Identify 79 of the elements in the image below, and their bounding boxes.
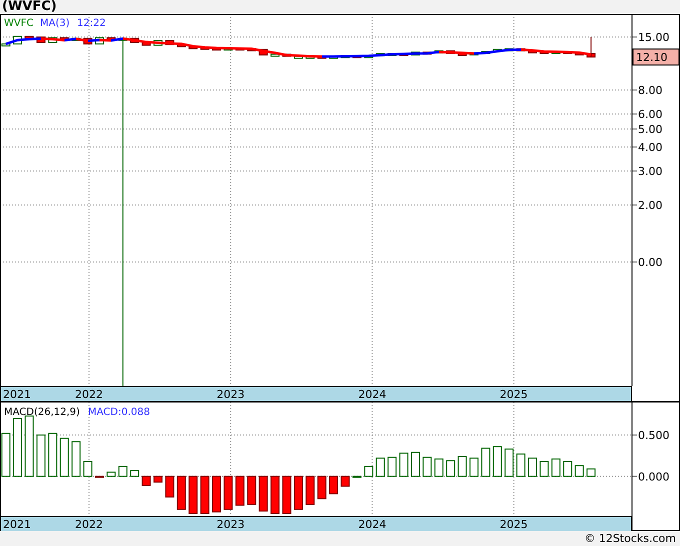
macd-bar [48, 432, 58, 477]
macd-bar [410, 452, 420, 477]
price-scale-label: 3.00 [638, 165, 662, 178]
chart-title: (WVFC) [1, 0, 57, 14]
year-label: 2022 [75, 518, 103, 531]
macd-bar [352, 476, 362, 478]
price-scale-label: 2.00 [638, 199, 662, 212]
macd-bar [165, 476, 174, 498]
year-label: 2023 [216, 518, 245, 531]
price-scale-label: 6.00 [638, 108, 662, 121]
macd-bar [481, 448, 490, 477]
macd-bar [329, 476, 338, 494]
macd-bar [551, 458, 560, 477]
price-scale-label: 4.00 [638, 141, 662, 154]
macd-bar [446, 460, 456, 477]
macd-bar [458, 456, 467, 477]
macd-bar [574, 465, 584, 477]
last-price-label: 12.10 [632, 48, 680, 66]
macd-bar [188, 476, 198, 514]
symbol-label: WVFC [4, 18, 34, 29]
macd-bar [317, 476, 326, 500]
indicator-label: MA(3) [40, 18, 70, 29]
macd-bar [13, 418, 22, 477]
macd-bar [528, 458, 538, 477]
macd-bar [516, 454, 526, 477]
price-scale-label: 15.00 [638, 31, 670, 44]
macd-bar [492, 446, 502, 477]
date-label: 2025 [500, 388, 528, 401]
date-label: 2021 [3, 388, 31, 401]
macd-bar [563, 460, 572, 477]
macd-bar [504, 448, 514, 477]
macd-bar [60, 438, 69, 477]
year-label: 2024 [358, 518, 386, 531]
price-scale-label: 0.00 [638, 256, 662, 269]
year-label: 2025 [500, 518, 528, 531]
macd-bar [586, 468, 596, 477]
indicator-value: 12:22 [77, 18, 106, 29]
date-label: 2022 [75, 388, 103, 401]
price-wick [590, 36, 592, 58]
year-label: 2021 [3, 518, 31, 531]
axis-label: 0.500 [638, 429, 670, 442]
macd-bar [94, 476, 104, 478]
price-scale-label: 8.00 [638, 84, 662, 97]
macd-bar [282, 476, 292, 514]
macd-bar [224, 476, 233, 510]
macd-bar [422, 456, 432, 477]
macd-bar [235, 476, 244, 506]
macd-bar [24, 416, 34, 477]
macd-bar [270, 476, 280, 514]
macd-bar [470, 458, 478, 477]
macd-bar [200, 476, 210, 514]
macd-bar [294, 476, 303, 510]
macd-bar [118, 466, 128, 477]
indicator-label: MACD(26,12,9) [4, 407, 80, 418]
macd-bar [36, 434, 46, 477]
macd-bar [540, 460, 549, 477]
axis-label: 0.000 [638, 470, 670, 484]
macd-bar [340, 476, 350, 487]
macd-bar [83, 460, 92, 477]
macd-bar [130, 470, 140, 477]
macd-bar [247, 476, 256, 505]
macd-bar [176, 476, 186, 510]
macd-bar [72, 441, 81, 477]
macd-bar [388, 456, 397, 477]
macd-bar [376, 458, 385, 477]
macd-bar [364, 466, 374, 477]
macd-bar [399, 452, 408, 477]
date-label: 2023 [216, 388, 245, 401]
indicator-value: MACD:0.088 [88, 407, 150, 418]
macd-bar [306, 476, 315, 505]
macd-bar [212, 476, 222, 512]
macd-bar [154, 476, 162, 483]
macd-bar [142, 476, 151, 486]
price-scale-label: 5.00 [638, 123, 662, 136]
macd-bar [434, 458, 444, 477]
date-label: 2024 [358, 388, 386, 401]
copyright-label: © 12Stocks.com [584, 531, 676, 546]
macd-bar [106, 472, 116, 477]
macd-bar [258, 476, 268, 512]
